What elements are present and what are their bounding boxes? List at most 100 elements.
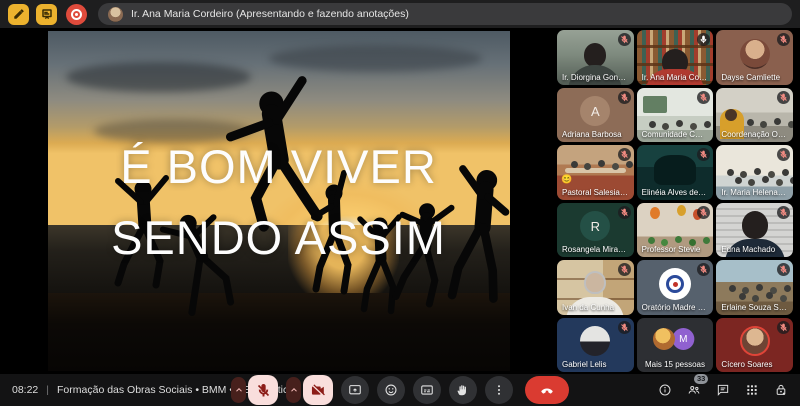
video-decoration: [727, 169, 734, 176]
presenter-pill[interactable]: Ir. Ana Maria Cordeiro (Apresentando e f…: [98, 3, 792, 25]
mic-muted-icon: [697, 148, 710, 161]
people-panel-button[interactable]: 33: [687, 383, 701, 397]
video-decoration: [725, 109, 737, 121]
meeting-details-button[interactable]: [658, 383, 672, 397]
annotation-pen-button[interactable]: [8, 4, 29, 25]
mic-muted-icon: [697, 263, 710, 276]
participant-name: Coordenação Obra Fr...: [716, 127, 793, 142]
more-options-icon: [492, 383, 506, 397]
raise-hand-icon: [456, 383, 470, 397]
participant-name: Ir. Maria Helena - Diret...: [716, 185, 793, 200]
mic-control-group: [231, 375, 278, 405]
mic-muted-icon: [777, 91, 790, 104]
activities-button[interactable]: [745, 383, 759, 397]
video-decoration: [654, 155, 697, 186]
participant-tile[interactable]: Elinéia Alves de Lima P...: [637, 145, 714, 200]
activities-grid-icon: [745, 383, 759, 397]
info-icon: [658, 383, 672, 397]
participant-tile[interactable]: Comunidade CNS PUF: [637, 88, 714, 143]
participant-tile[interactable]: Gabriel Lelis: [557, 318, 634, 373]
video-decoration: [650, 207, 660, 219]
participant-name: Oratório Madre Moran...: [637, 300, 714, 315]
mic-muted-icon: [777, 263, 790, 276]
video-decoration: [735, 177, 742, 184]
participant-tile[interactable]: Coordenação Obra Fr...: [716, 88, 793, 143]
leave-call-button[interactable]: [525, 376, 569, 404]
video-decoration: [729, 285, 736, 292]
participant-avatar: A: [580, 96, 610, 126]
participant-tile[interactable]: R Rosangela Miranda Sa...: [557, 203, 634, 258]
record-button[interactable]: [66, 4, 87, 25]
top-bar: Ir. Ana Maria Cordeiro (Apresentando e f…: [0, 0, 800, 28]
participant-avatar: [740, 39, 770, 69]
camera-toggle-button[interactable]: [303, 375, 333, 405]
participant-name: Cícero Soares: [716, 357, 793, 372]
participant-name: Elinéia Alves de Lima P...: [637, 185, 714, 200]
logo-dot: [673, 282, 678, 287]
annotation-pen-icon: [13, 8, 25, 20]
participant-count-badge: 33: [694, 374, 708, 384]
mic-muted-icon: [777, 148, 790, 161]
presentation-stage[interactable]: É BOM VIVER SENDO ASSIM: [0, 28, 557, 374]
people-icon: [687, 383, 701, 397]
participant-tile[interactable]: A Adriana Barbosa: [557, 88, 634, 143]
camera-options-button[interactable]: [286, 377, 301, 403]
video-decoration: [584, 271, 606, 294]
participant-name: Pastoral Salesianas: [557, 185, 634, 200]
emoji-reactions-icon: [384, 383, 398, 397]
participant-name: Ivan da Cunha: [557, 300, 634, 315]
mic-muted-icon: [618, 33, 631, 46]
right-controls: 33: [658, 383, 788, 397]
participant-name: Ir. Ana Maria Cordeiro: [637, 70, 714, 85]
participant-tile[interactable]: Erlaine Souza Santos: [716, 260, 793, 315]
raise-hand-button[interactable]: [449, 376, 477, 404]
mic-muted-icon: [618, 321, 631, 334]
present-screen-button[interactable]: [341, 376, 369, 404]
participant-name: Rosangela Miranda Sa...: [557, 242, 634, 257]
participant-tile[interactable]: Ir. Diorgina Gonçalves: [557, 30, 634, 85]
bottom-bar: 08:22 | Formação das Obras Sociais • BMM…: [0, 374, 800, 406]
video-decoration: [584, 43, 606, 67]
record-target-icon: [71, 9, 82, 20]
participant-tile[interactable]: Ivan da Cunha: [557, 260, 634, 315]
camera-off-icon: [311, 383, 326, 398]
participant-avatar: [740, 326, 770, 356]
video-decoration: [677, 205, 686, 216]
participant-tile[interactable]: Ir. Ana Maria Cordeiro: [637, 30, 714, 85]
video-decoration: [747, 119, 754, 126]
chat-panel-button[interactable]: [716, 383, 730, 397]
host-controls-button[interactable]: [774, 383, 788, 397]
presenter-name: Ir. Ana Maria Cordeiro (Apresentando e f…: [131, 8, 409, 20]
mic-options-button[interactable]: [231, 377, 246, 403]
overflow-tile[interactable]: M Mais 15 pessoas: [637, 318, 714, 373]
video-decoration: [565, 168, 626, 173]
participants-panel: Ir. Diorgina Gonçalves Ir. Ana Maria Cor…: [557, 28, 800, 374]
participant-tile[interactable]: Professor Stevie: [637, 203, 714, 258]
participant-name: Adriana Barbosa: [557, 127, 634, 142]
participant-name: Erlaine Souza Santos: [716, 300, 793, 315]
participant-tile[interactable]: Cícero Soares: [716, 318, 793, 373]
slide-line-1: É BOM VIVER: [48, 131, 510, 202]
annotation-board-button[interactable]: [36, 4, 57, 25]
participant-tile[interactable]: Oratório Madre Moran...: [637, 260, 714, 315]
participant-tile[interactable]: Ir. Maria Helena - Diret...: [716, 145, 793, 200]
main-area: É BOM VIVER SENDO ASSIM Ir. Diorgina Gon…: [0, 28, 800, 374]
slide-line-2: SENDO ASSIM: [48, 202, 510, 273]
participant-tile[interactable]: Dayse Camliette: [716, 30, 793, 85]
mic-muted-icon: [618, 263, 631, 276]
presenter-avatar: [108, 7, 123, 22]
emoji-reactions-button[interactable]: [377, 376, 405, 404]
mic-muted-icon: [618, 91, 631, 104]
participant-name: Dayse Camliette: [716, 70, 793, 85]
captions-button[interactable]: [413, 376, 441, 404]
more-options-button[interactable]: [485, 376, 513, 404]
reaction-emoji: 😊: [561, 174, 572, 185]
participant-tile[interactable]: Edna Machado: [716, 203, 793, 258]
participant-name: Edna Machado: [716, 242, 793, 257]
participant-tile[interactable]: 😊 Pastoral Salesianas: [557, 145, 634, 200]
mic-toggle-button[interactable]: [248, 375, 278, 405]
chevron-up-icon: [289, 385, 299, 395]
logo-ring: [666, 275, 684, 293]
captions-icon: [420, 383, 434, 397]
overflow-label: Mais 15 pessoas: [637, 357, 714, 372]
